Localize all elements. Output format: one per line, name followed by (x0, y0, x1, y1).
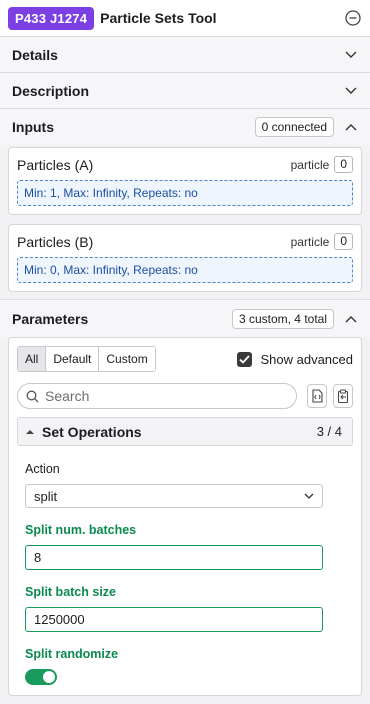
chevron-down-icon (344, 48, 358, 62)
search-input[interactable]: Search (17, 383, 297, 409)
search-icon (26, 390, 39, 402)
parameters-panel: All Default Custom Show advanced Search … (8, 337, 362, 696)
input-name: Particles (A) (17, 156, 94, 173)
group-count: 3 / 4 (316, 424, 342, 439)
section-inputs[interactable]: Inputs 0 connected (0, 109, 370, 145)
split-batch-size-input[interactable]: 1250000 (25, 607, 323, 632)
panel-header: P433 J1274 Particle Sets Tool (0, 0, 370, 37)
param-label: Action (25, 462, 60, 476)
connected-count-badge: 0 connected (254, 117, 334, 137)
section-label: Description (12, 82, 90, 99)
section-label: Details (12, 46, 58, 63)
show-advanced-checkbox[interactable] (237, 351, 253, 367)
code-view-button[interactable] (307, 384, 327, 408)
chevron-down-icon (344, 84, 358, 98)
toggle-knob (43, 671, 55, 683)
section-parameters[interactable]: Parameters 3 custom, 4 total (0, 299, 370, 337)
chevron-up-icon (344, 120, 358, 134)
param-label: Split batch size (25, 585, 116, 599)
show-advanced-label: Show advanced (260, 351, 353, 367)
search-placeholder: Search (45, 388, 90, 404)
input-name: Particles (B) (17, 233, 94, 250)
input-drop-zone[interactable]: Min: 0, Max: Infinity, Repeats: no (17, 257, 353, 283)
param-label: Split num. batches (25, 523, 137, 537)
section-description[interactable]: Description (0, 73, 370, 109)
input-type: particle (290, 157, 330, 172)
job-id-badge[interactable]: P433 J1274 (8, 6, 95, 30)
action-select[interactable]: split (25, 484, 323, 508)
section-details[interactable]: Details (0, 37, 370, 73)
param-action: Action split (25, 462, 353, 508)
tab-custom[interactable]: Custom (99, 347, 155, 371)
tab-default[interactable]: Default (46, 347, 100, 371)
section-label: Inputs (12, 119, 54, 135)
chevron-up-icon (344, 312, 358, 326)
filter-tabs: All Default Custom (17, 346, 156, 372)
param-split-num-batches: Split num. batches 8 (25, 523, 353, 570)
action-select-value: split (34, 488, 58, 504)
group-name: Set Operations (42, 423, 142, 440)
clipboard-icon (337, 389, 349, 403)
checkmark-icon (239, 354, 251, 364)
input-slot-particles-b: Particles (B) particle 0 Min: 0, Max: In… (8, 224, 362, 292)
panel-title: Particle Sets Tool (100, 10, 217, 26)
param-label: Split randomize (25, 647, 119, 661)
input-drop-zone[interactable]: Min: 1, Max: Infinity, Repeats: no (17, 180, 353, 206)
input-type: particle (290, 234, 330, 249)
param-split-randomize: Split randomize (25, 647, 353, 685)
close-panel-button[interactable] (344, 9, 362, 27)
tab-all[interactable]: All (18, 347, 47, 371)
show-advanced-toggle[interactable]: Show advanced (237, 351, 353, 367)
custom-count-badge: 3 custom, 4 total (231, 308, 334, 329)
group-set-operations[interactable]: Set Operations 3 / 4 (17, 417, 353, 446)
input-slot-particles-a: Particles (A) particle 0 Min: 1, Max: In… (8, 147, 362, 215)
minus-circle-icon (345, 10, 361, 26)
param-split-batch-size: Split batch size 1250000 (25, 585, 353, 632)
split-num-batches-input[interactable]: 8 (25, 545, 323, 570)
section-label: Parameters (12, 310, 89, 327)
chevron-down-icon (304, 493, 314, 499)
input-count-badge: 0 (334, 233, 353, 250)
caret-up-icon (26, 429, 34, 434)
input-count-badge: 0 (334, 156, 353, 173)
code-file-icon (312, 389, 323, 403)
split-randomize-toggle[interactable] (25, 669, 57, 685)
copy-params-button[interactable] (333, 384, 353, 408)
